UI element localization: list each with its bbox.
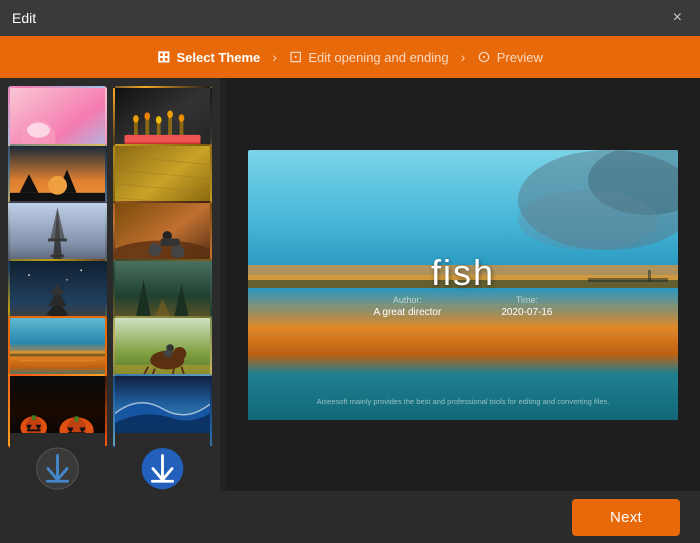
step-preview-label: Preview (497, 50, 543, 65)
thumbnail-panel (0, 78, 220, 491)
step-select-theme[interactable]: ⊞ Select Theme (157, 47, 260, 67)
step-bar: ⊞ Select Theme › ⊡ Edit opening and endi… (0, 36, 700, 78)
step-select-theme-label: Select Theme (176, 50, 260, 65)
preview-title: fish (431, 252, 495, 294)
select-theme-icon: ⊞ (157, 47, 170, 67)
step-edit-opening-ending[interactable]: ⊡ Edit opening and ending (289, 47, 449, 67)
time-label: Time: (516, 295, 538, 305)
time-value: 2020-07-16 (501, 307, 552, 318)
preview-icon: ⊙ (477, 47, 490, 67)
close-button[interactable]: × (667, 6, 688, 30)
next-button[interactable]: Next (572, 499, 680, 536)
preview-meta: Author: A great director Time: 2020-07-1… (374, 295, 553, 318)
author-label: Author: (393, 295, 422, 305)
bottom-bar: Next (0, 491, 700, 543)
author-col: Author: A great director (374, 295, 442, 318)
main-content: fish Author: A great director Time: 2020… (0, 78, 700, 491)
list-item[interactable] (113, 431, 212, 491)
time-col: Time: 2020-07-16 (501, 295, 552, 318)
dialog-title: Edit (12, 10, 36, 26)
preview-card: fish Author: A great director Time: 2020… (248, 150, 678, 420)
author-value: A great director (374, 307, 442, 318)
step-separator-2: › (461, 49, 466, 65)
step-separator-1: › (272, 49, 277, 65)
step-preview[interactable]: ⊙ Preview (477, 47, 543, 67)
step-edit-label: Edit opening and ending (308, 50, 448, 65)
list-item[interactable] (8, 431, 107, 491)
preview-footer-text: Aiseesoft mainly provides the best and p… (317, 397, 610, 406)
edit-opening-icon: ⊡ (289, 47, 302, 67)
title-bar: Edit × (0, 0, 700, 36)
preview-panel: fish Author: A great director Time: 2020… (226, 78, 700, 491)
